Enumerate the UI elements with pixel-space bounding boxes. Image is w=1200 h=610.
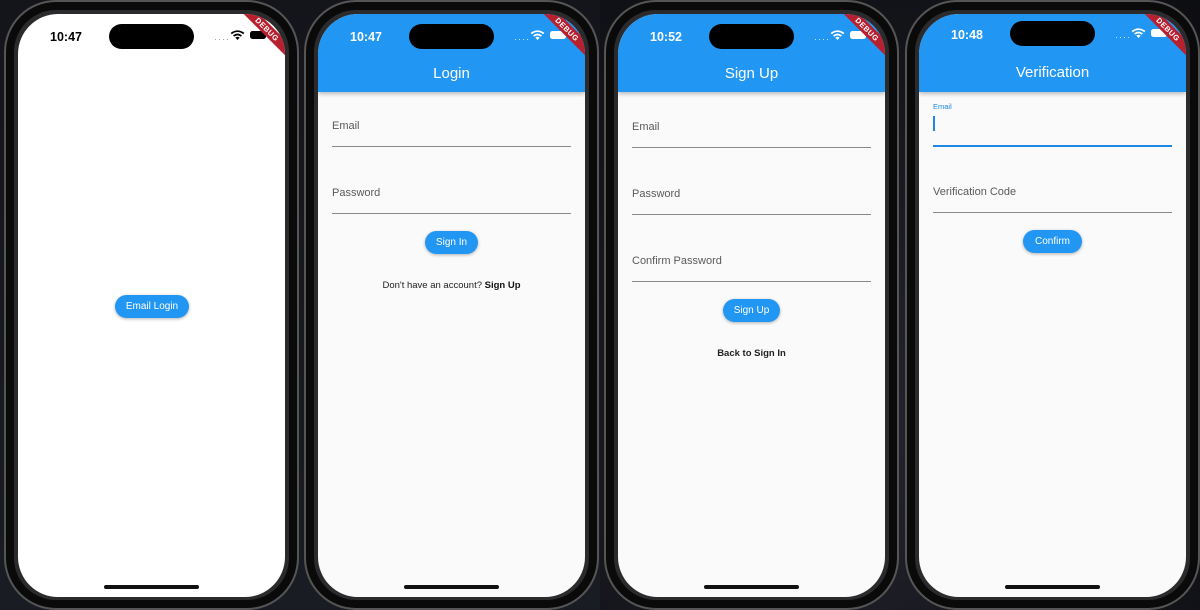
dynamic-island [409, 24, 494, 49]
verification-screen: Verification 10:48 ···· DEBUG Email Veri… [919, 14, 1186, 597]
password-field-label: Password [332, 187, 381, 199]
home-indicator[interactable] [704, 585, 799, 589]
email-field[interactable]: Email [632, 107, 871, 148]
status-time: 10:48 [951, 28, 983, 42]
debug-label: DEBUG [234, 14, 285, 62]
email-field[interactable]: Email [933, 102, 1172, 147]
debug-banner: DEBUG [1126, 14, 1186, 74]
email-field[interactable]: Email [332, 106, 571, 147]
home-indicator[interactable] [404, 585, 499, 589]
status-time: 10:52 [650, 30, 682, 44]
status-time: 10:47 [350, 30, 382, 44]
password-field[interactable]: Password [632, 174, 871, 215]
phone-signup: Sign Up 10:52 ···· DEBUG Email Password … [604, 0, 899, 610]
debug-banner: DEBUG [225, 14, 285, 74]
confirm-password-field-label: Confirm Password [632, 255, 722, 267]
home-indicator[interactable] [1005, 585, 1100, 589]
dynamic-island [109, 24, 194, 49]
signup-screen: Sign Up 10:52 ···· DEBUG Email Password … [618, 14, 885, 597]
phone-login: Login 10:47 ···· DEBUG Email Password Si… [304, 0, 599, 610]
debug-label: DEBUG [1135, 14, 1186, 62]
sign-up-link[interactable]: Sign Up [485, 280, 521, 291]
signup-prompt-text: Don't have an account? [382, 280, 482, 291]
sign-in-button[interactable]: Sign In [425, 231, 478, 254]
signup-prompt: Don't have an account? Sign Up [318, 280, 585, 291]
email-field-label: Email [332, 120, 360, 132]
dynamic-island [1010, 21, 1095, 46]
home-indicator[interactable] [104, 585, 199, 589]
email-field-label: Email [632, 121, 660, 133]
login-screen: Login 10:47 ···· DEBUG Email Password Si… [318, 14, 585, 597]
password-field-label: Password [632, 188, 681, 200]
debug-label: DEBUG [834, 14, 885, 62]
email-login-button[interactable]: Email Login [115, 295, 189, 318]
back-to-sign-in-link[interactable]: Back to Sign In [618, 348, 885, 359]
verification-code-field[interactable]: Verification Code [933, 172, 1172, 213]
sign-up-button[interactable]: Sign Up [723, 299, 780, 322]
debug-label: DEBUG [534, 14, 585, 62]
phone-home: 10:47 ···· DEBUG Email Login [4, 0, 299, 610]
password-field[interactable]: Password [332, 173, 571, 214]
confirm-password-field[interactable]: Confirm Password [632, 241, 871, 282]
phone-verification: Verification 10:48 ···· DEBUG Email Veri… [905, 0, 1200, 610]
text-cursor [933, 116, 935, 131]
debug-banner: DEBUG [825, 14, 885, 74]
debug-banner: DEBUG [525, 14, 585, 74]
home-screen: 10:47 ···· DEBUG Email Login [18, 14, 285, 597]
status-time: 10:47 [50, 30, 82, 44]
dynamic-island [709, 24, 794, 49]
email-field-label: Email [933, 102, 952, 111]
verification-code-field-label: Verification Code [933, 186, 1017, 198]
confirm-button[interactable]: Confirm [1023, 230, 1082, 253]
